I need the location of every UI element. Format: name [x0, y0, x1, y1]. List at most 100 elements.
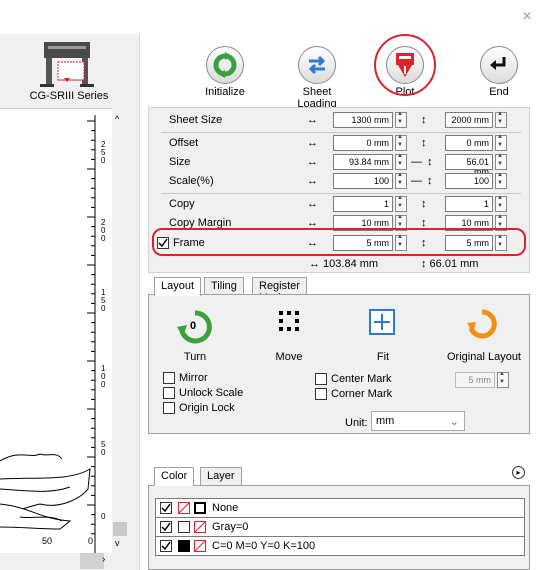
- spinner-icon[interactable]: [395, 134, 407, 151]
- tab-layout[interactable]: Layout: [154, 277, 202, 296]
- scale-y-input[interactable]: 100: [445, 173, 493, 189]
- vertical-scrollbar[interactable]: ^ v: [112, 108, 128, 553]
- machine-label: CG-SRIII Series: [29, 90, 109, 102]
- turn-count: 0: [190, 320, 197, 332]
- size-y-input[interactable]: 56.01 mm: [445, 154, 493, 177]
- tab-layer[interactable]: Layer: [200, 467, 242, 485]
- tab-register-mark[interactable]: Register Mark: [252, 277, 307, 304]
- layer-checkbox[interactable]: [160, 521, 172, 533]
- return-icon: [480, 46, 518, 84]
- move-icon[interactable]: [277, 309, 301, 333]
- unlock-scale-checkbox[interactable]: [163, 387, 175, 399]
- mirror-checkbox[interactable]: [163, 372, 175, 384]
- tab-tiling[interactable]: Tiling: [204, 277, 244, 295]
- divider: [161, 193, 521, 194]
- no-stroke-icon: [194, 540, 206, 552]
- row-label: Size: [169, 156, 191, 168]
- initialize-button[interactable]: Initialize: [190, 34, 260, 104]
- layer-checkbox[interactable]: [160, 502, 172, 514]
- vertical-arrow-icon: ↕: [421, 114, 427, 126]
- mark-size-input[interactable]: 5 mm: [455, 372, 495, 388]
- turn-button[interactable]: 0: [177, 309, 213, 345]
- link-icon[interactable]: —: [411, 175, 422, 187]
- vertical-arrow-icon: ↕: [427, 175, 433, 187]
- frame-highlight: [152, 228, 526, 256]
- scroll-up-icon[interactable]: ^: [115, 114, 119, 124]
- corner-mark-label: Corner Mark: [331, 388, 393, 400]
- black-swatch-icon: [178, 540, 190, 552]
- spinner-icon[interactable]: [495, 195, 507, 212]
- sheet-loading-button[interactable]: Sheet Loading: [282, 34, 352, 110]
- horizontal-scrollbar[interactable]: ›: [0, 553, 112, 570]
- row-copy: Copy ↔ 1 ↕ 1: [149, 195, 529, 214]
- horizontal-arrow-icon: ↔: [307, 114, 318, 126]
- spinner-icon[interactable]: [495, 153, 507, 170]
- list-item[interactable]: C=0 M=0 Y=0 K=100: [156, 537, 524, 556]
- row-label: Offset: [169, 137, 199, 149]
- ruler-label: 200: [101, 218, 106, 243]
- row-label: Copy: [169, 198, 195, 210]
- scroll-thumb[interactable]: [113, 522, 127, 536]
- sheet-size-x-input[interactable]: 1300 mm: [333, 112, 393, 128]
- horizontal-arrow-icon: ↔: [307, 156, 318, 168]
- row-label: Sheet Size: [169, 114, 223, 126]
- row-sheet-size: Sheet Size ↔ 1300 mm ↕ 2000 mm: [149, 111, 529, 130]
- spinner-icon[interactable]: [495, 111, 507, 128]
- ruler-label-50: 50: [42, 536, 53, 546]
- turn-label: Turn: [183, 351, 207, 363]
- fit-icon[interactable]: [369, 309, 395, 335]
- original-layout-icon[interactable]: [467, 309, 497, 339]
- origin-lock-checkbox[interactable]: [163, 402, 175, 414]
- horizontal-arrow-icon: ↔: [307, 175, 318, 187]
- spinner-icon[interactable]: [495, 172, 507, 189]
- spinner-icon[interactable]: [395, 111, 407, 128]
- vertical-arrow-icon: ↕: [421, 198, 427, 210]
- layout-panel: 0 Turn Move Fit Original Layout Mirror U…: [148, 294, 530, 434]
- spinner-icon[interactable]: [495, 134, 507, 151]
- corner-mark-checkbox[interactable]: [315, 388, 327, 400]
- plot-highlight: [374, 34, 436, 96]
- link-icon[interactable]: —: [411, 156, 422, 168]
- stroke-swatch-icon: [194, 502, 206, 514]
- ruler-label: 50: [101, 440, 106, 457]
- end-button[interactable]: End: [464, 34, 534, 104]
- spinner-icon[interactable]: [395, 195, 407, 212]
- expand-circle-icon[interactable]: ▸: [512, 466, 525, 479]
- list-item[interactable]: Gray=0: [156, 518, 524, 537]
- offset-x-input[interactable]: 0 mm: [333, 135, 393, 151]
- plot-canvas[interactable]: 250 200 150 100 50 0 50 0: [0, 108, 112, 554]
- fit-label: Fit: [376, 351, 390, 363]
- refresh-icon: [206, 46, 244, 84]
- initialize-label: Initialize: [205, 86, 245, 98]
- close-button[interactable]: ×: [520, 9, 534, 25]
- spinner-icon[interactable]: [497, 371, 509, 388]
- offset-y-input[interactable]: 0 mm: [445, 135, 493, 151]
- unit-select[interactable]: mm ⌄: [371, 411, 465, 431]
- spinner-icon[interactable]: [395, 153, 407, 170]
- scale-x-input[interactable]: 100: [333, 173, 393, 189]
- plot-button[interactable]: Plot: [374, 34, 444, 104]
- mirror-label: Mirror: [179, 372, 208, 384]
- spinner-icon[interactable]: [395, 172, 407, 189]
- vertical-arrow-icon: ↕: [421, 137, 427, 149]
- scroll-right-icon[interactable]: ›: [102, 554, 105, 565]
- scroll-down-icon[interactable]: v: [115, 538, 120, 548]
- ruler-label-0: 0: [88, 536, 94, 546]
- size-x-input[interactable]: 93.84 mm: [333, 154, 393, 170]
- center-mark-checkbox[interactable]: [315, 373, 327, 385]
- move-label: Move: [275, 351, 303, 363]
- unit-value: mm: [376, 415, 395, 427]
- hscroll-thumb[interactable]: [80, 553, 104, 569]
- end-label: End: [489, 86, 509, 98]
- layer-name: None: [212, 502, 239, 514]
- sheet-size-y-input[interactable]: 2000 mm: [445, 112, 493, 128]
- chevron-down-icon: ⌄: [449, 416, 459, 428]
- horizontal-arrow-icon: ↔: [307, 198, 318, 210]
- unit-label: Unit:: [345, 417, 368, 429]
- row-offset: Offset ↔ 0 mm ↕ 0 mm: [149, 134, 529, 153]
- list-item[interactable]: None: [156, 499, 524, 518]
- tab-color[interactable]: Color: [154, 467, 195, 486]
- copy-y-input[interactable]: 1: [445, 196, 493, 212]
- layer-checkbox[interactable]: [160, 540, 172, 552]
- copy-x-input[interactable]: 1: [333, 196, 393, 212]
